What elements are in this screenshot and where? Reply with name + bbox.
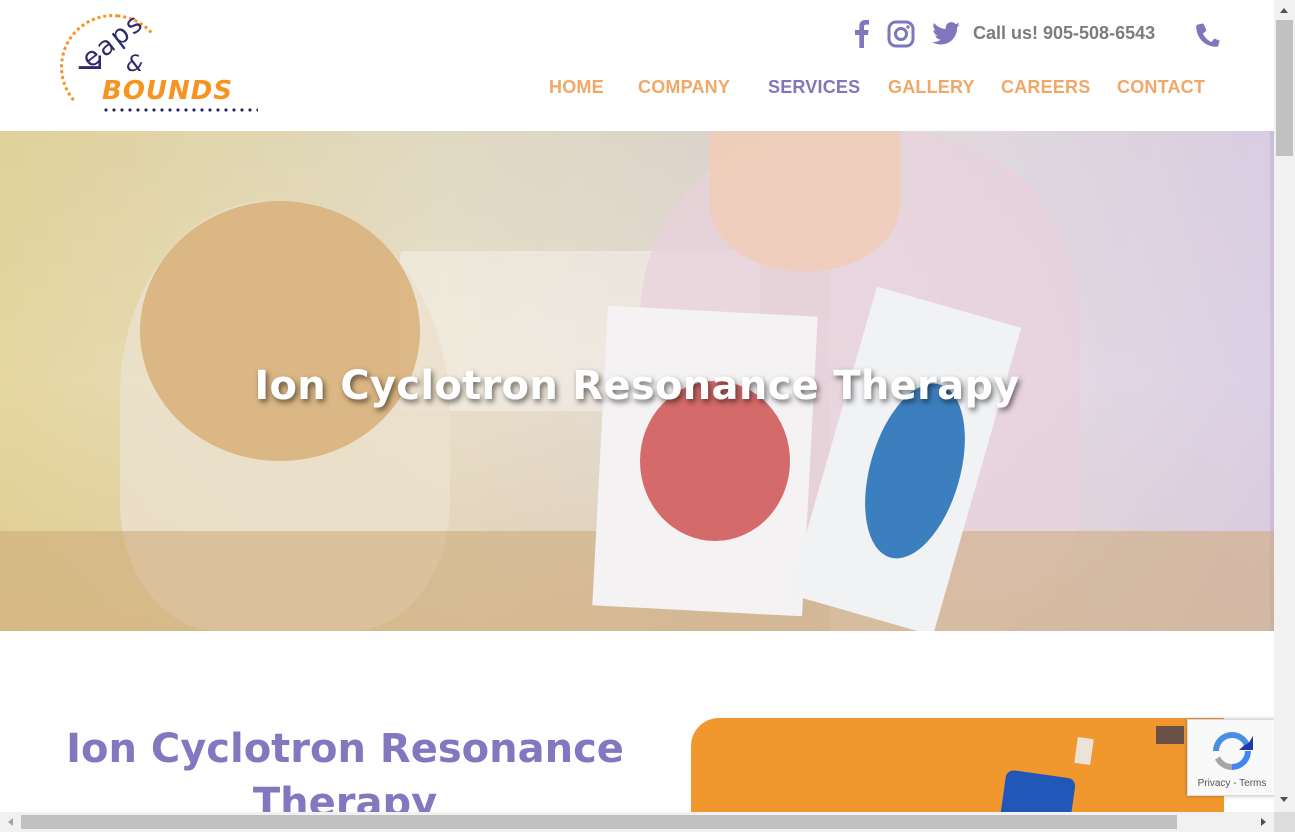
logo[interactable]: L eaps & BOUNDS <box>55 8 263 125</box>
recaptcha-badge[interactable]: Privacy - Terms <box>1187 719 1276 796</box>
logo-ampersand: & <box>126 52 144 77</box>
instagram-icon[interactable] <box>886 18 916 50</box>
nav-item-gallery[interactable]: GALLERY <box>888 77 975 98</box>
scroll-down-arrow-icon[interactable] <box>1280 797 1288 802</box>
vertical-scroll-thumb[interactable] <box>1276 20 1293 156</box>
nav-item-company[interactable]: COMPANY <box>638 77 730 98</box>
horizontal-scroll-thumb[interactable] <box>21 815 1177 829</box>
hero-title: Ion Cyclotron Resonance Therapy <box>254 363 1020 409</box>
hero-banner: Ion Cyclotron Resonance Therapy <box>0 131 1274 631</box>
hero-photo-child-hair <box>140 201 420 461</box>
content-photo-wall-frame <box>1156 726 1184 744</box>
nav-item-home[interactable]: HOME <box>549 77 604 98</box>
vertical-scrollbar[interactable] <box>1274 0 1295 812</box>
phone-icon[interactable] <box>1193 20 1223 50</box>
scroll-left-arrow-icon[interactable] <box>8 818 13 826</box>
nav-item-contact[interactable]: CONTACT <box>1117 77 1205 98</box>
logo-dotted-line <box>102 108 258 112</box>
content-photo-wall-picture <box>1074 737 1094 765</box>
site-header: L eaps & BOUNDS Call us! 905-508-6543 HO… <box>0 0 1274 131</box>
nav-item-services[interactable]: SERVICES <box>768 77 860 98</box>
nav-item-careers[interactable]: CAREERS <box>1001 77 1090 98</box>
hero-photo-therapist-face <box>710 131 900 271</box>
scroll-right-arrow-icon[interactable] <box>1261 818 1266 826</box>
call-us-phone-link[interactable]: Call us! 905-508-6543 <box>973 23 1155 44</box>
content-photo-blue-chair <box>999 769 1077 818</box>
scroll-up-arrow-icon[interactable] <box>1280 8 1288 13</box>
recaptcha-privacy-terms-links[interactable]: Privacy - Terms <box>1188 778 1276 789</box>
scrollbar-corner <box>1274 812 1295 832</box>
facebook-icon[interactable] <box>851 18 873 50</box>
logo-word-bounds: BOUNDS <box>102 76 234 106</box>
recaptcha-icon <box>1213 732 1253 770</box>
content-photo <box>691 718 1224 818</box>
horizontal-scrollbar[interactable] <box>0 812 1274 832</box>
twitter-icon[interactable] <box>931 18 961 50</box>
